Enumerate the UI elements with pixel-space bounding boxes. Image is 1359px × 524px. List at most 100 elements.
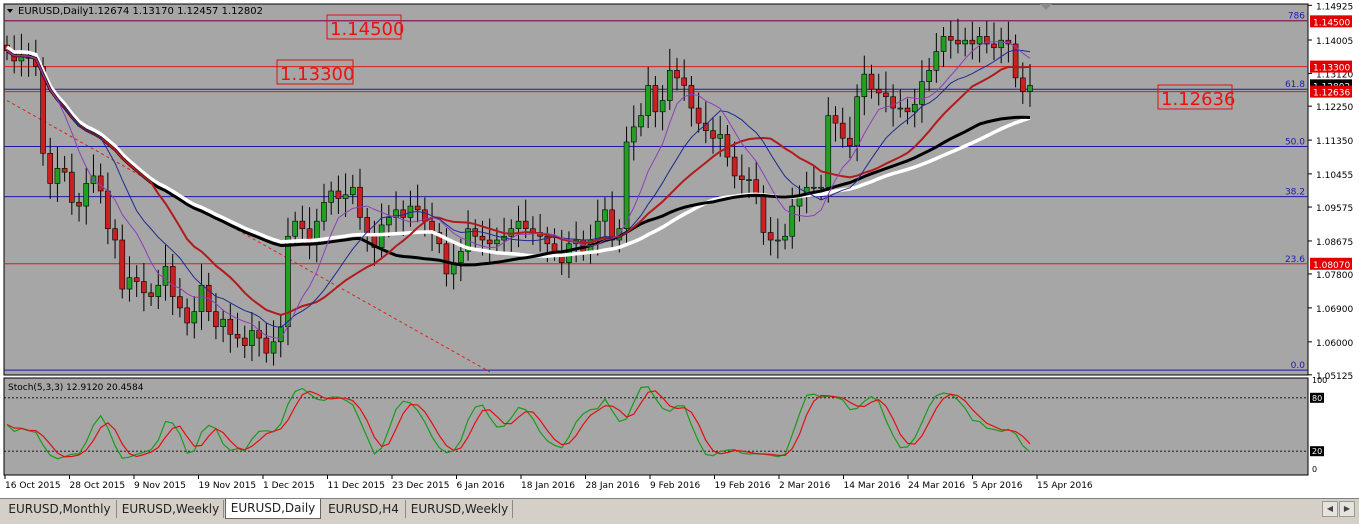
candle-body <box>47 153 54 184</box>
candle-body <box>904 107 911 113</box>
candle-body <box>839 122 846 139</box>
candle-body <box>61 168 68 173</box>
candle-body <box>666 70 673 101</box>
y-tick-label: 1.08675 <box>1316 238 1353 248</box>
scroll-left-button[interactable]: ◀ <box>1322 501 1338 517</box>
x-tick-label: 6 Jan 2016 <box>457 481 505 491</box>
stochastic-pane[interactable] <box>3 377 1309 476</box>
candle-body <box>263 337 270 354</box>
candle-body <box>875 88 882 94</box>
candle-body <box>811 186 817 189</box>
candle-body <box>681 77 687 86</box>
candle-body <box>688 85 695 109</box>
stoch-axis-label: 0 <box>1312 465 1317 474</box>
x-tick-label: 9 Feb 2016 <box>650 481 701 491</box>
price-pane[interactable] <box>3 3 1309 376</box>
y-tick-label: 1.06000 <box>1316 339 1353 349</box>
y-tick-label: 1.07800 <box>1316 271 1353 281</box>
tab-eurusd-weekly-2[interactable]: EURUSD,Weekly <box>407 500 513 518</box>
candle-body <box>141 281 147 294</box>
candle-body <box>335 190 342 199</box>
price-tag-label: 1.14500 <box>1313 18 1350 28</box>
candle-body <box>861 73 868 98</box>
candle-body <box>551 243 558 252</box>
candle-body <box>832 115 839 124</box>
candle-body <box>602 209 608 222</box>
candle-body <box>515 220 522 230</box>
candle-body <box>105 190 111 230</box>
candle-body <box>1019 77 1026 92</box>
x-tick-label: 19 Nov 2015 <box>199 481 257 491</box>
candle-body <box>213 311 219 328</box>
candle-body <box>133 277 140 282</box>
candle-body <box>890 96 896 109</box>
candle-body <box>177 296 183 309</box>
candle-body <box>277 326 284 343</box>
candle-body <box>847 137 853 147</box>
candle-body <box>883 92 889 98</box>
candle-body <box>522 220 529 230</box>
candle-body <box>386 217 392 226</box>
candle-body <box>609 209 615 241</box>
candle-body <box>674 70 680 79</box>
candle-body <box>919 81 925 105</box>
candle-body <box>270 341 277 354</box>
candle-body <box>443 243 450 275</box>
chart-window[interactable]: 786 61.8 50.0 38.2 23.6 0.0 EURUSD,Daily 1.1267… <box>0 0 1359 523</box>
candle-body <box>911 103 918 113</box>
candle-body <box>112 228 118 241</box>
candle-body <box>630 126 637 143</box>
x-tick-label: 14 Mar 2016 <box>844 481 901 491</box>
candle-body <box>760 194 767 233</box>
x-tick-label: 19 Feb 2016 <box>715 481 771 491</box>
candle-body <box>97 175 104 192</box>
candle-body <box>83 183 90 207</box>
candle-body <box>955 39 961 45</box>
candle-body <box>241 337 248 346</box>
candle-body <box>54 168 61 184</box>
fib-label: 38.2 <box>1285 188 1305 198</box>
candle-body <box>458 251 464 263</box>
candle-body <box>1012 43 1019 79</box>
fib-label: 50.0 <box>1285 138 1305 148</box>
tab-eurusd-weekly[interactable]: EURUSD,Weekly <box>118 500 224 518</box>
candle-body <box>940 36 947 52</box>
x-tick-label: 15 Apr 2016 <box>1037 481 1093 491</box>
symbol-label: EURUSD,Daily <box>18 6 89 17</box>
y-tick-label: 1.12250 <box>1316 103 1353 113</box>
x-tick-label: 9 Nov 2015 <box>134 481 186 491</box>
candle-body <box>76 202 82 207</box>
x-tick-label: 28 Jan 2016 <box>586 481 640 491</box>
candle-body <box>169 266 176 297</box>
tab-eurusd-h4[interactable]: EURUSD,H4 <box>322 500 406 518</box>
x-tick-label: 11 Dec 2015 <box>328 481 386 491</box>
tab-eurusd-daily[interactable]: EURUSD,Daily <box>225 499 321 519</box>
candle-body <box>479 235 486 241</box>
tab-eurusd-monthly[interactable]: EURUSD,Monthly <box>3 500 117 518</box>
candle-body <box>854 96 860 147</box>
stoch-level-tag-label: 20 <box>1312 447 1322 456</box>
price-tag-label: 1.12636 <box>1313 89 1350 99</box>
candle-body <box>472 228 479 237</box>
candle-body <box>249 330 255 346</box>
annotation-1-12636: 1.12636 <box>1161 89 1235 110</box>
chart-canvas[interactable]: 786 61.8 50.0 38.2 23.6 0.0 EURUSD,Daily 1.1267… <box>0 0 1359 498</box>
price-tag-label: 1.08070 <box>1313 261 1350 271</box>
candle-body <box>357 186 363 218</box>
candle-body <box>962 39 968 45</box>
candle-body <box>652 85 659 113</box>
candle-body <box>731 156 738 177</box>
candle-body <box>594 220 601 241</box>
candle-body <box>818 186 824 189</box>
candle-body <box>328 190 334 203</box>
x-tick-label: 18 Jan 2016 <box>521 481 575 491</box>
candle-body <box>220 318 226 328</box>
candle-body <box>717 134 724 139</box>
candle-body <box>638 115 644 128</box>
scroll-right-button[interactable]: ▶ <box>1339 501 1355 517</box>
candle-body <box>775 239 781 242</box>
annotation-1-14500: 1.14500 <box>330 19 404 40</box>
candle-body <box>508 228 515 237</box>
candle-body <box>897 107 904 110</box>
x-tick-label: 2 Mar 2016 <box>779 481 831 491</box>
